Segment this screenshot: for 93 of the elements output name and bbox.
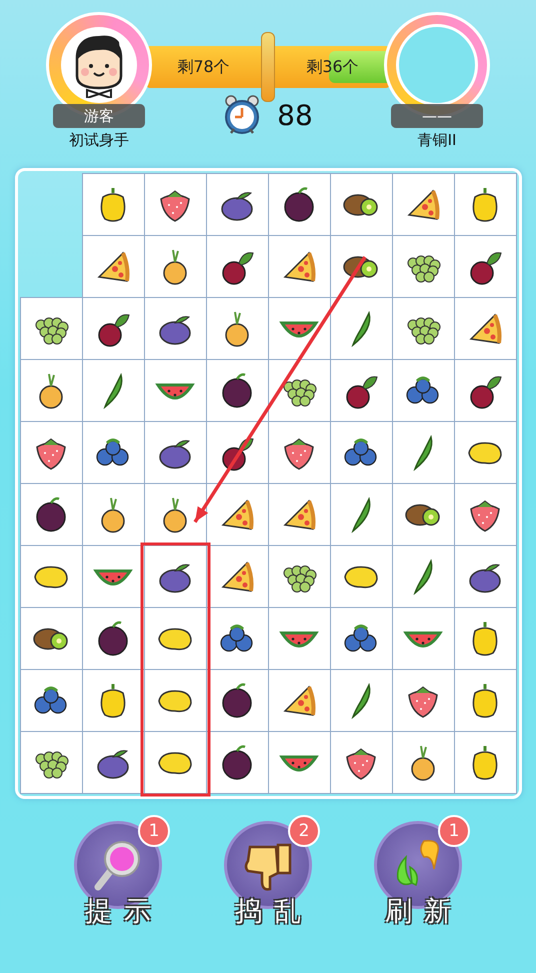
player-rank: 初试身手 [69,131,129,150]
tile[interactable] [144,732,206,793]
player-name-tag: 游客 [53,104,145,128]
tile[interactable] [82,422,144,483]
tile[interactable] [206,360,268,421]
tile[interactable] [392,174,454,235]
tile[interactable] [392,298,454,359]
tile[interactable] [392,670,454,731]
tile[interactable] [454,732,516,793]
tile[interactable] [144,608,206,669]
tile[interactable] [206,670,268,731]
tile[interactable] [20,484,82,545]
tile[interactable] [330,484,392,545]
tile[interactable] [144,174,206,235]
opponent-remaining: 剩36个 [306,56,359,78]
alarm-clock-icon [223,94,262,136]
tile[interactable] [454,670,516,731]
count-badge: 1 [438,815,470,847]
tile[interactable] [206,174,268,235]
tile[interactable] [330,236,392,297]
tile[interactable] [206,546,268,607]
tile[interactable] [268,174,330,235]
tile[interactable] [330,360,392,421]
tile[interactable] [330,174,392,235]
tile[interactable] [20,608,82,669]
tile[interactable] [268,670,330,731]
tile[interactable] [206,236,268,297]
tile[interactable] [330,298,392,359]
tile[interactable] [206,298,268,359]
tile[interactable] [82,732,144,793]
tile[interactable] [82,484,144,545]
tile[interactable] [268,360,330,421]
tile[interactable] [20,360,82,421]
tile[interactable] [392,732,454,793]
tile[interactable] [82,546,144,607]
tile[interactable] [144,484,206,545]
tile[interactable] [82,174,144,235]
opponent-name-tag: —— [391,104,483,128]
tile[interactable] [392,360,454,421]
tile[interactable] [330,608,392,669]
tile[interactable] [268,608,330,669]
tile[interactable] [144,546,206,607]
tile[interactable] [206,732,268,793]
tile[interactable] [144,298,206,359]
tile[interactable] [454,546,516,607]
tile[interactable] [268,298,330,359]
tile[interactable] [392,422,454,483]
tile[interactable] [268,422,330,483]
tile[interactable] [206,422,268,483]
countdown-timer: 88 [277,98,313,132]
tile[interactable] [454,422,516,483]
tile[interactable] [454,174,516,235]
tile[interactable] [144,422,206,483]
tile[interactable] [454,484,516,545]
count-badge: 1 [138,815,170,847]
tile[interactable] [144,236,206,297]
tile[interactable] [330,732,392,793]
tile[interactable] [392,236,454,297]
tile[interactable] [392,484,454,545]
bar-divider [261,32,275,102]
tile[interactable] [330,422,392,483]
tile[interactable] [20,422,82,483]
tool-label: 提示 [84,895,163,929]
tile[interactable] [268,546,330,607]
tile[interactable] [82,670,144,731]
tile[interactable] [144,670,206,731]
tile[interactable] [392,546,454,607]
tile[interactable] [20,670,82,731]
opponent-rank: 青铜II [418,131,456,150]
tile[interactable] [144,360,206,421]
tile[interactable] [454,360,516,421]
tile[interactable] [392,608,454,669]
tile[interactable] [454,236,516,297]
tile[interactable] [20,546,82,607]
tile[interactable] [206,484,268,545]
tile[interactable] [268,236,330,297]
count-badge: 2 [288,815,320,847]
tile[interactable] [268,732,330,793]
tile[interactable] [82,608,144,669]
tile[interactable] [330,670,392,731]
tile[interactable] [82,360,144,421]
tile[interactable] [82,298,144,359]
tile[interactable] [454,608,516,669]
player-remaining: 剩78个 [177,56,230,78]
tile[interactable] [206,608,268,669]
tile[interactable] [330,546,392,607]
tile[interactable] [454,298,516,359]
tool-label: 捣乱 [234,895,313,929]
tile[interactable] [82,236,144,297]
tool-label: 刷新 [384,895,463,929]
tile[interactable] [20,298,82,359]
tile[interactable] [268,484,330,545]
tile[interactable] [20,732,82,793]
